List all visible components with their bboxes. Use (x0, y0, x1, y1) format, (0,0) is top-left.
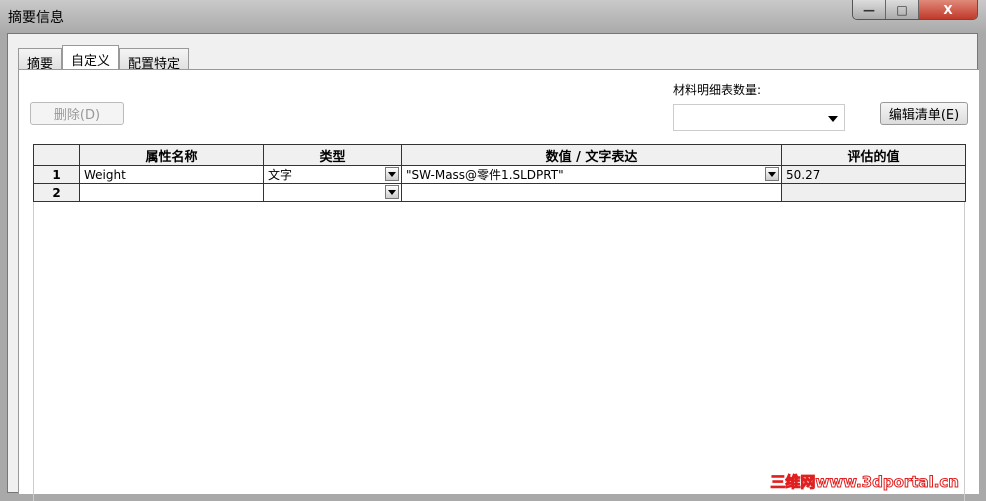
custom-panel: 删除(D) 材料明细表数量: 编辑清单(E) 属性名称 类型 数值 / 文字表达… (18, 69, 979, 501)
maximize-button[interactable]: □ (886, 0, 919, 19)
title-bar: 摘要信息 — □ X (0, 0, 986, 34)
properties-table: 属性名称 类型 数值 / 文字表达 评估的值 1 Weight 文字 "SW-M… (33, 144, 966, 202)
grid-empty-area (33, 201, 965, 501)
property-name-cell[interactable]: Weight (79, 165, 264, 184)
header-value-expression: 数值 / 文字表达 (401, 144, 782, 166)
close-button[interactable]: X (919, 0, 977, 19)
dialog-body: 摘要 自定义 配置特定 删除(D) 材料明细表数量: 编辑清单(E) 属性名称 … (7, 33, 979, 501)
dropdown-arrow-icon[interactable] (385, 167, 399, 181)
table-header: 属性名称 类型 数值 / 文字表达 评估的值 (33, 144, 966, 166)
type-cell[interactable]: 文字 (263, 165, 402, 184)
header-corner (33, 144, 80, 166)
evaluated-value-cell: 50.27 (781, 165, 966, 184)
row-number[interactable]: 1 (33, 165, 80, 184)
header-evaluated-value: 评估的值 (781, 144, 966, 166)
delete-button[interactable]: 删除(D) (30, 102, 124, 125)
row-number[interactable]: 2 (33, 183, 80, 202)
evaluated-value-cell (781, 183, 966, 202)
bom-quantity-select[interactable] (673, 104, 845, 131)
value-expression: "SW-Mass@零件1.SLDPRT" (406, 168, 564, 182)
bom-quantity-label: 材料明细表数量: (673, 83, 762, 97)
value-cell[interactable] (401, 183, 782, 202)
table-row: 1 Weight 文字 "SW-Mass@零件1.SLDPRT" 50.27 (33, 165, 966, 184)
header-property-name: 属性名称 (79, 144, 264, 166)
type-cell[interactable] (263, 183, 402, 202)
chevron-down-icon (828, 116, 838, 122)
window-controls: — □ X (852, 0, 978, 20)
watermark: 三维网www.3dportal.cn (770, 473, 960, 492)
type-value: 文字 (268, 168, 293, 182)
tab-bar: 摘要 自定义 配置特定 (18, 44, 190, 73)
dropdown-arrow-icon[interactable] (385, 185, 399, 199)
window-title: 摘要信息 (8, 10, 64, 26)
property-name-cell[interactable] (79, 183, 264, 202)
dropdown-arrow-icon[interactable] (765, 167, 779, 181)
header-type: 类型 (263, 144, 402, 166)
table-row: 2 (33, 183, 966, 202)
value-cell[interactable]: "SW-Mass@零件1.SLDPRT" (401, 165, 782, 184)
edit-list-button[interactable]: 编辑清单(E) (880, 102, 968, 125)
minimize-button[interactable]: — (853, 0, 886, 19)
